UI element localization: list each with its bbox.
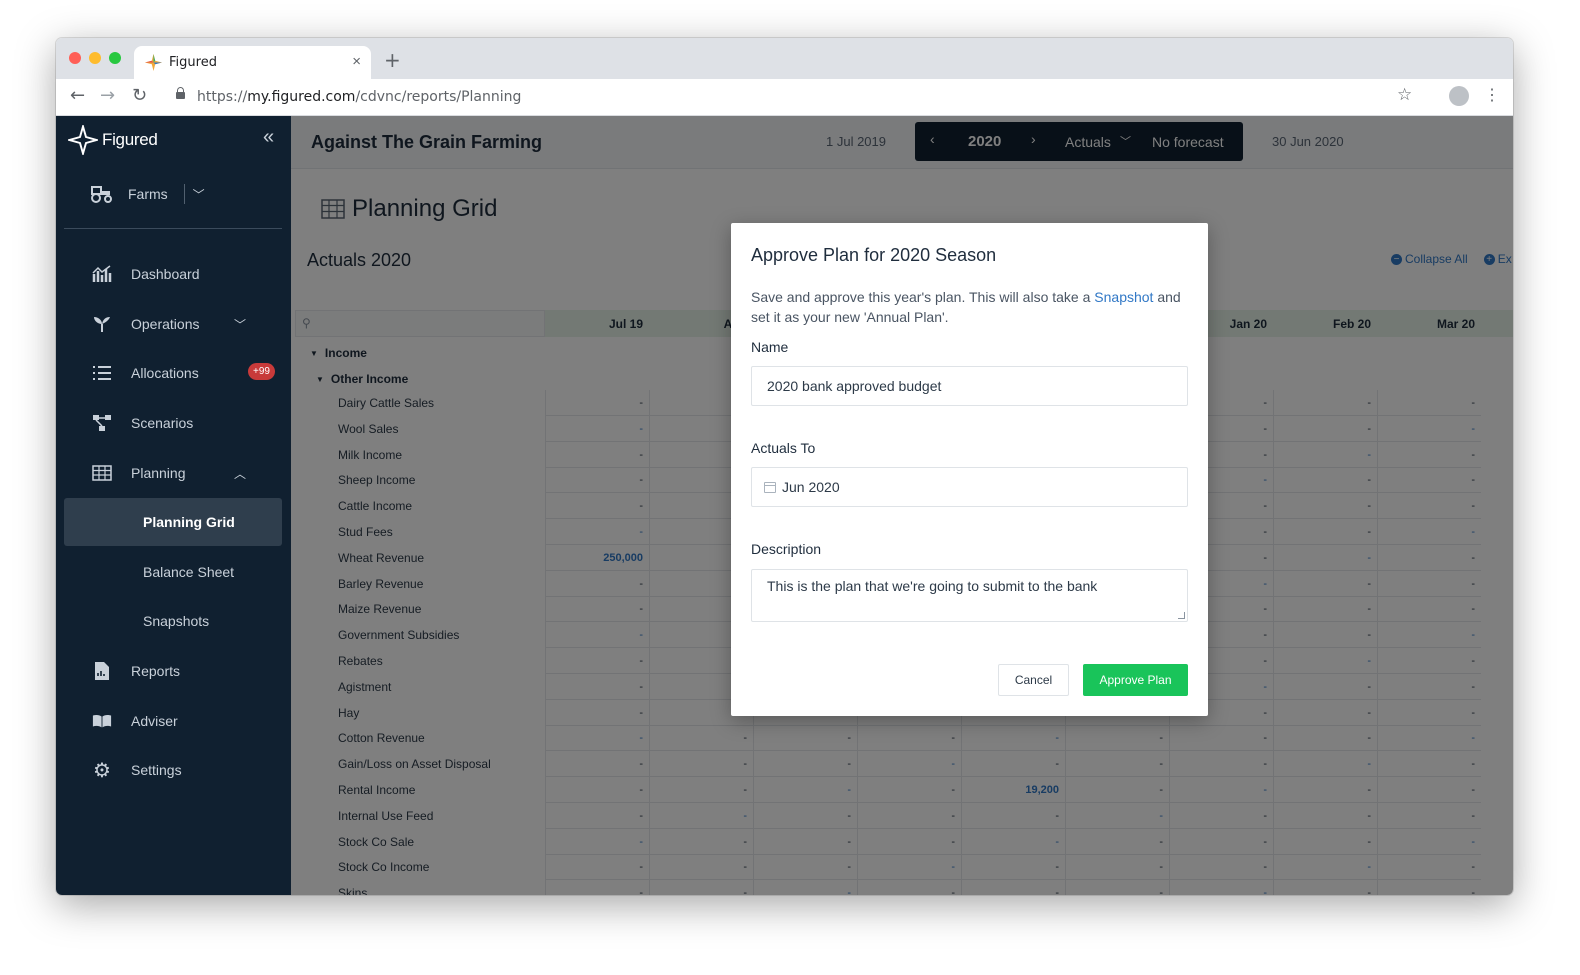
figured-star-icon — [68, 125, 98, 155]
sidebar: Figured « Farms ﹀ Dashboard Operations ﹀… — [56, 116, 291, 895]
tab-close-icon[interactable]: × — [352, 53, 361, 70]
grid-icon — [92, 463, 112, 483]
actuals-to-value: Jun 2020 — [782, 479, 840, 495]
approve-plan-modal: Approve Plan for 2020 Season Save and ap… — [731, 223, 1208, 716]
sidebar-item-label: Adviser — [131, 713, 178, 729]
document-icon — [92, 661, 112, 681]
farms-label: Farms — [128, 186, 168, 202]
brand-name: Figured — [102, 130, 158, 149]
sidebar-item-label: Reports — [131, 663, 181, 679]
tab-title: Figured — [169, 55, 217, 70]
close-window-button[interactable] — [69, 52, 81, 64]
sidebar-item-allocations[interactable]: Allocations +99 — [92, 353, 282, 393]
browser-tab[interactable]: Figured × — [134, 46, 371, 79]
minimize-window-button[interactable] — [89, 52, 101, 64]
book-icon — [92, 711, 112, 731]
sidebar-item-reports[interactable]: Reports — [92, 651, 282, 691]
sidebar-item-dashboard[interactable]: Dashboard — [92, 254, 282, 294]
reload-icon[interactable]: ↻ — [132, 85, 147, 106]
browser-menu-icon[interactable]: ⋮ — [1484, 85, 1500, 105]
chart-icon — [92, 264, 112, 284]
sprout-icon — [92, 314, 112, 334]
description-label: Description — [751, 541, 822, 557]
chevron-down-icon[interactable]: ﹀ — [234, 316, 246, 333]
forward-arrow-icon[interactable]: → — [100, 85, 115, 106]
sidebar-item-settings[interactable]: ⚙ Settings — [92, 750, 282, 790]
profile-avatar-icon[interactable] — [1449, 86, 1469, 106]
brand-logo[interactable]: Figured — [68, 124, 158, 156]
description-textarea[interactable]: This is the plan that we're going to sub… — [751, 569, 1188, 622]
resize-handle-icon[interactable] — [1178, 612, 1185, 619]
app-area: Figured « Farms ﹀ Dashboard Operations ﹀… — [56, 116, 1513, 895]
sidebar-item-label: Dashboard — [131, 266, 200, 282]
address-bar[interactable]: https://my.figured.com/cdvnc/reports/Pla… — [162, 83, 1422, 112]
browser-window: Figured × + ← → ↻ https://my.figured.com… — [56, 38, 1513, 895]
allocations-count-badge: +99 — [248, 363, 275, 380]
lock-icon — [176, 87, 185, 99]
browser-toolbar: ← → ↻ https://my.figured.com/cdvnc/repor… — [56, 79, 1513, 116]
bookmark-star-icon[interactable]: ☆ — [1397, 85, 1412, 105]
sidebar-item-adviser[interactable]: Adviser — [92, 701, 282, 741]
sidebar-item-scenarios[interactable]: Scenarios — [92, 403, 282, 443]
sidebar-item-label: Settings — [131, 762, 182, 778]
actuals-to-input[interactable]: Jun 2020 — [751, 467, 1188, 507]
farms-selector[interactable]: Farms ﹀ — [90, 184, 205, 204]
calendar-icon — [764, 482, 776, 493]
sidebar-item-label: Scenarios — [131, 415, 194, 431]
actuals-to-label: Actuals To — [751, 440, 816, 456]
sidebar-item-planning[interactable]: Planning ︿ — [92, 453, 282, 493]
nodes-icon — [92, 413, 112, 433]
new-tab-icon[interactable]: + — [384, 48, 401, 72]
sidebar-subitem-balance-sheet[interactable]: Balance Sheet — [64, 548, 282, 596]
tab-bar: Figured × + — [56, 38, 1513, 79]
name-label: Name — [751, 339, 789, 355]
description-value: This is the plan that we're going to sub… — [767, 578, 1098, 594]
gear-icon: ⚙ — [93, 759, 111, 782]
approve-plan-button[interactable]: Approve Plan — [1083, 664, 1188, 696]
name-input[interactable]: 2020 bank approved budget — [751, 366, 1188, 406]
collapse-sidebar-icon[interactable]: « — [263, 126, 274, 149]
url-text: https://my.figured.com/cdvnc/reports/Pla… — [197, 89, 522, 105]
snapshot-link[interactable]: Snapshot — [1094, 289, 1153, 305]
sidebar-item-label: Operations — [131, 316, 200, 332]
cancel-button[interactable]: Cancel — [998, 664, 1069, 696]
farms-divider — [183, 184, 185, 204]
chevron-up-icon[interactable]: ︿ — [234, 465, 246, 482]
sidebar-divider — [64, 228, 282, 229]
list-icon — [92, 363, 112, 383]
back-arrow-icon[interactable]: ← — [70, 85, 85, 106]
maximize-window-button[interactable] — [109, 52, 121, 64]
tractor-icon — [91, 186, 112, 203]
figured-logo-icon — [145, 54, 162, 71]
chevron-down-icon[interactable]: ﹀ — [193, 186, 205, 203]
sidebar-item-label: Planning — [131, 465, 186, 481]
modal-description: Save and approve this year's plan. This … — [751, 289, 1181, 325]
modal-title: Approve Plan for 2020 Season — [751, 245, 997, 265]
sidebar-item-label: Allocations — [131, 365, 199, 381]
sidebar-item-operations[interactable]: Operations ﹀ — [92, 304, 282, 344]
sidebar-subitem-snapshots[interactable]: Snapshots — [64, 597, 282, 645]
sidebar-subitem-planning-grid[interactable]: Planning Grid — [64, 498, 282, 546]
